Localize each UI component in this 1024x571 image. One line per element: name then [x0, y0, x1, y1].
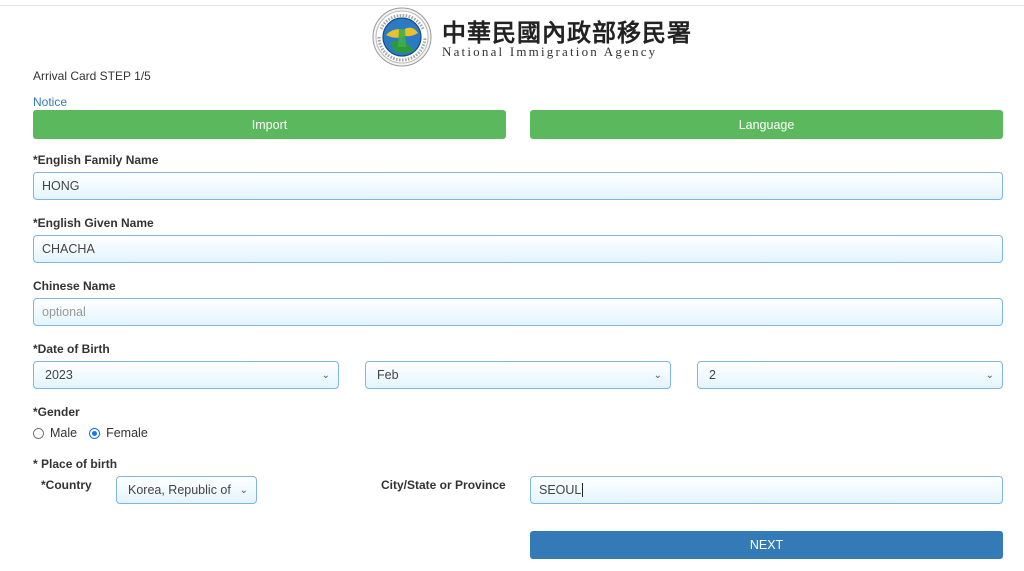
birth-day-value: 2	[709, 368, 716, 382]
city-input[interactable]: SEOUL	[530, 476, 1003, 504]
gender-radio-group: Male Female	[33, 426, 148, 440]
chinese-name-placeholder: optional	[42, 305, 86, 319]
birth-year-value: 2023	[45, 368, 73, 382]
agency-name-chinese: 中華民國內政部移民署	[442, 18, 692, 47]
text-cursor	[582, 483, 584, 497]
immigration-agency-seal-icon	[372, 7, 432, 67]
birth-day-select[interactable]: 2 ⌄	[697, 361, 1003, 389]
given-name-input[interactable]: CHACHA	[33, 235, 1003, 263]
family-name-value: HONG	[42, 179, 80, 193]
family-name-label: *English Family Name	[33, 153, 159, 167]
language-button[interactable]: Language	[530, 110, 1003, 139]
city-value: SEOUL	[539, 483, 582, 497]
next-button[interactable]: NEXT	[530, 531, 1003, 559]
given-name-label: *English Given Name	[33, 216, 154, 230]
gender-label: *Gender	[33, 405, 80, 419]
chinese-name-input[interactable]: optional	[33, 298, 1003, 326]
chevron-down-icon: ⌄	[985, 369, 994, 381]
agency-name-english: National Immigration Agency	[442, 44, 658, 59]
city-label: City/State or Province	[381, 478, 506, 492]
date-of-birth-label: *Date of Birth	[33, 342, 110, 356]
given-name-value: CHACHA	[42, 242, 95, 256]
gender-female-radio[interactable]	[89, 427, 101, 439]
birth-year-select[interactable]: 2023 ⌄	[33, 361, 339, 389]
agency-logo: 中華民國內政部移民署 National Immigration Agency	[372, 5, 691, 67]
country-select[interactable]: Korea, Republic of ⌄	[116, 476, 257, 504]
gender-male-radio[interactable]	[33, 427, 44, 439]
place-of-birth-label: * Place of birth	[33, 457, 118, 471]
import-button[interactable]: Import	[33, 110, 506, 139]
family-name-input[interactable]: HONG	[33, 172, 1003, 200]
birth-month-select[interactable]: Feb ⌄	[365, 361, 671, 389]
chevron-down-icon: ⌄	[239, 484, 248, 496]
gender-female-label[interactable]: Female	[106, 426, 148, 440]
country-label: *Country	[41, 478, 92, 492]
country-value: Korea, Republic of	[128, 483, 231, 497]
gender-male-label[interactable]: Male	[50, 426, 77, 440]
chevron-down-icon: ⌄	[321, 369, 330, 381]
step-title: Arrival Card STEP 1/5	[33, 69, 151, 83]
chevron-down-icon: ⌄	[653, 369, 662, 381]
chinese-name-label: Chinese Name	[33, 279, 116, 293]
birth-month-value: Feb	[377, 368, 399, 382]
notice-link[interactable]: Notice	[33, 95, 67, 109]
